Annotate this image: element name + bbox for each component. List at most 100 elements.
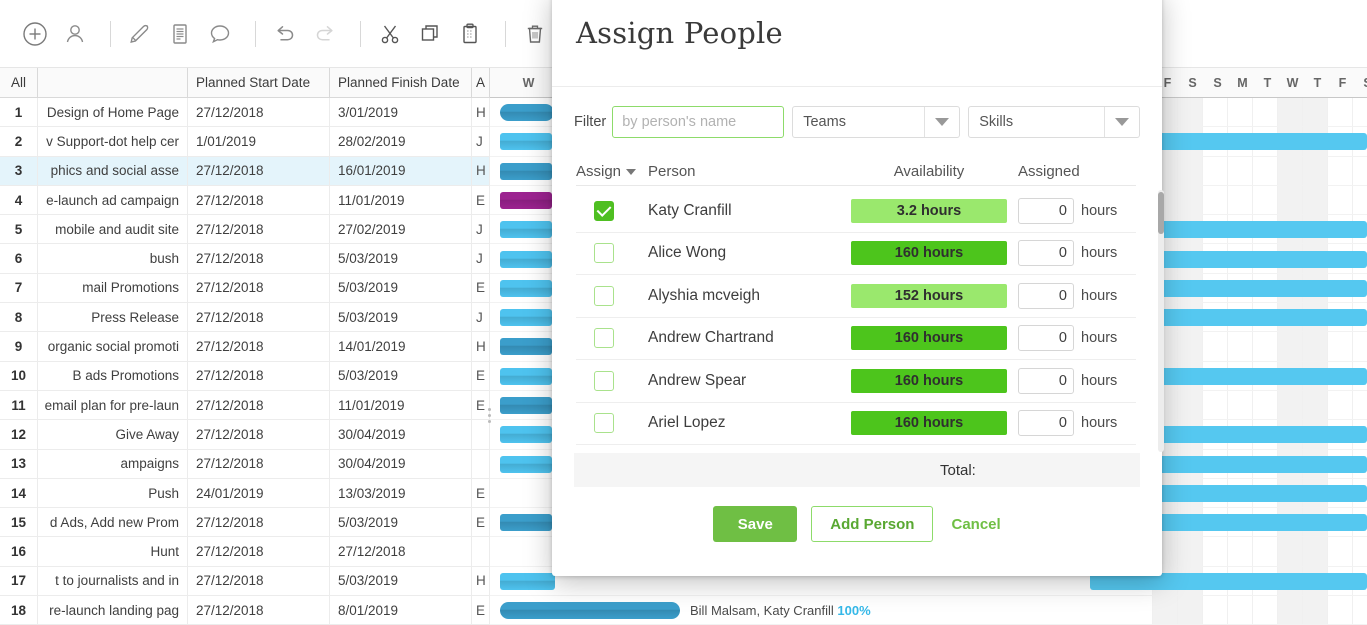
person-row[interactable]: Andrew Spear 160 hours hours (576, 360, 1136, 403)
person-icon[interactable] (58, 17, 92, 51)
redo-icon[interactable] (308, 17, 342, 51)
table-row[interactable]: 11 email plan for pre-laun 27/12/2018 11/01… (0, 390, 490, 421)
person-name-filter-input[interactable] (612, 106, 785, 138)
row-task-name[interactable]: mobile and audit site (38, 215, 188, 244)
document-icon[interactable] (163, 17, 197, 51)
gantt-task-bar[interactable] (500, 191, 552, 209)
row-planned-finish[interactable]: 8/01/2019 (330, 596, 472, 625)
row-planned-finish[interactable]: 30/04/2019 (330, 449, 472, 478)
table-row[interactable]: 9 organic social promoti 27/12/2018 14/01/2… (0, 332, 490, 362)
table-row[interactable]: 10 B ads Promotions 27/12/2018 5/03/2019 E (0, 361, 490, 391)
row-planned-finish[interactable]: 5/03/2019 (330, 361, 472, 390)
row-assignee-initial[interactable]: E (472, 185, 490, 215)
gantt-task-bar[interactable] (500, 309, 552, 327)
gantt-task-bar[interactable] (500, 162, 552, 180)
row-assignee-initial[interactable]: J (472, 303, 490, 332)
row-task-name[interactable]: Design of Home Page (38, 98, 188, 127)
gantt-task-bar[interactable] (500, 221, 552, 239)
row-assignee-initial[interactable]: E (472, 273, 490, 303)
row-planned-finish[interactable]: 30/04/2019 (330, 420, 472, 449)
chevron-down-icon[interactable] (1103, 107, 1140, 137)
caret-down-icon[interactable] (626, 168, 637, 175)
row-task-name[interactable]: v Support-dot help cer (38, 127, 188, 156)
row-task-name[interactable]: bush (38, 244, 188, 273)
person-row[interactable]: Alice Wong 160 hours hours (576, 233, 1136, 275)
teams-dropdown[interactable]: Teams (792, 106, 961, 138)
row-task-name[interactable]: B ads Promotions (38, 361, 188, 390)
comment-icon[interactable] (203, 17, 237, 51)
paste-clipboard-icon[interactable] (453, 17, 487, 51)
gantt-task-bar[interactable] (500, 367, 552, 385)
grid-col-a[interactable]: A (472, 68, 490, 98)
skills-dropdown[interactable]: Skills (968, 106, 1141, 138)
table-row[interactable]: 7 mail Promotions 27/12/2018 5/03/2019 E (0, 273, 490, 304)
gantt-task-bar[interactable] (500, 514, 552, 532)
row-planned-finish[interactable]: 5/03/2019 (330, 508, 472, 537)
grid-gantt-splitter[interactable] (488, 405, 494, 435)
table-row[interactable]: 8 Press Release 27/12/2018 5/03/2019 J (0, 303, 490, 333)
row-assignee-initial[interactable]: H (472, 566, 490, 596)
row-task-name[interactable]: re-launch landing pag (38, 596, 188, 625)
row-task-name[interactable]: d Ads, Add new Prom (38, 508, 188, 537)
gantt-task-bar[interactable] (500, 250, 552, 268)
table-row[interactable]: 13 ampaigns 27/12/2018 30/04/2019 (0, 449, 490, 479)
table-row[interactable]: 1 Design of Home Page 27/12/2018 3/01/2019 H (0, 98, 490, 128)
row-planned-start[interactable]: 27/12/2018 (188, 508, 330, 537)
row-planned-finish[interactable]: 5/03/2019 (330, 303, 472, 332)
row-planned-start[interactable]: 27/12/2018 (188, 596, 330, 625)
col-availability[interactable]: Availability (840, 163, 1018, 180)
row-planned-start[interactable]: 27/12/2018 (188, 215, 330, 244)
delete-trash-icon[interactable] (518, 17, 552, 51)
gantt-task-bar[interactable] (500, 397, 552, 414)
assigned-hours-input[interactable] (1018, 410, 1074, 437)
table-row[interactable]: 5 mobile and audit site 27/12/2018 27/02/20… (0, 215, 490, 245)
gantt-task-bar[interactable] (500, 133, 552, 151)
col-assign[interactable]: Assign (576, 163, 648, 180)
row-planned-start[interactable]: 27/12/2018 (188, 303, 330, 332)
row-planned-start[interactable]: 27/12/2018 (188, 566, 330, 596)
row-planned-start[interactable]: 27/12/2018 (188, 156, 330, 185)
row-planned-start[interactable]: 27/12/2018 (188, 420, 330, 449)
cancel-button[interactable]: Cancel (951, 516, 1000, 533)
row-assignee-initial[interactable] (472, 537, 490, 566)
row-planned-finish[interactable]: 11/01/2019 (330, 185, 472, 215)
gantt-task-bar[interactable] (500, 279, 552, 297)
row-planned-finish[interactable]: 5/03/2019 (330, 566, 472, 596)
row-planned-start[interactable]: 27/12/2018 (188, 98, 330, 127)
row-assignee-initial[interactable]: E (472, 478, 490, 508)
table-row[interactable]: 15 d Ads, Add new Prom 27/12/2018 5/03/2019… (0, 508, 490, 538)
row-task-name[interactable]: email plan for pre-laun (38, 390, 188, 420)
row-planned-finish[interactable]: 3/01/2019 (330, 98, 472, 127)
pencil-icon[interactable] (123, 17, 157, 51)
row-task-name[interactable]: Give Away (38, 420, 188, 449)
grid-col-planned-finish[interactable]: Planned Finish Date (330, 68, 472, 98)
undo-icon[interactable] (268, 17, 302, 51)
row-task-name[interactable]: organic social promoti (38, 332, 188, 361)
gantt-task-bar[interactable] (500, 572, 555, 590)
table-row[interactable]: 3 phics and social asse 27/12/2018 16/01/20… (0, 156, 490, 186)
col-person[interactable]: Person (648, 163, 840, 180)
save-button[interactable]: Save (713, 506, 798, 542)
assigned-hours-input[interactable] (1018, 282, 1074, 309)
row-assignee-initial[interactable]: J (472, 215, 490, 244)
add-person-button[interactable]: Add Person (811, 506, 934, 542)
row-assignee-initial[interactable]: E (472, 596, 490, 625)
person-row[interactable]: hours (576, 445, 1136, 452)
assign-checkbox[interactable] (594, 243, 614, 264)
row-assignee-initial[interactable]: H (472, 98, 490, 127)
assigned-hours-input[interactable] (1018, 240, 1074, 267)
add-circle-icon[interactable] (18, 17, 52, 51)
assign-checkbox[interactable] (594, 285, 614, 306)
row-planned-finish[interactable]: 28/02/2019 (330, 127, 472, 156)
row-planned-start[interactable]: 27/12/2018 (188, 273, 330, 303)
table-row[interactable]: 6 bush 27/12/2018 5/03/2019 J (0, 244, 490, 274)
col-assigned[interactable]: Assigned (1018, 163, 1136, 180)
table-row[interactable]: 16 Hunt 27/12/2018 27/12/2018 (0, 537, 490, 567)
row-planned-start[interactable]: 27/12/2018 (188, 244, 330, 273)
row-planned-start[interactable]: 27/12/2018 (188, 185, 330, 215)
scrollbar-thumb[interactable] (1158, 192, 1164, 234)
table-row[interactable]: 2v Support-dot help cer 1/01/2019 28/02/20… (0, 127, 490, 157)
row-planned-start[interactable]: 24/01/2019 (188, 478, 330, 508)
grid-col-name[interactable] (38, 68, 188, 98)
table-row[interactable]: 4 e-launch ad campaign 27/12/2018 11/01/201… (0, 185, 490, 216)
